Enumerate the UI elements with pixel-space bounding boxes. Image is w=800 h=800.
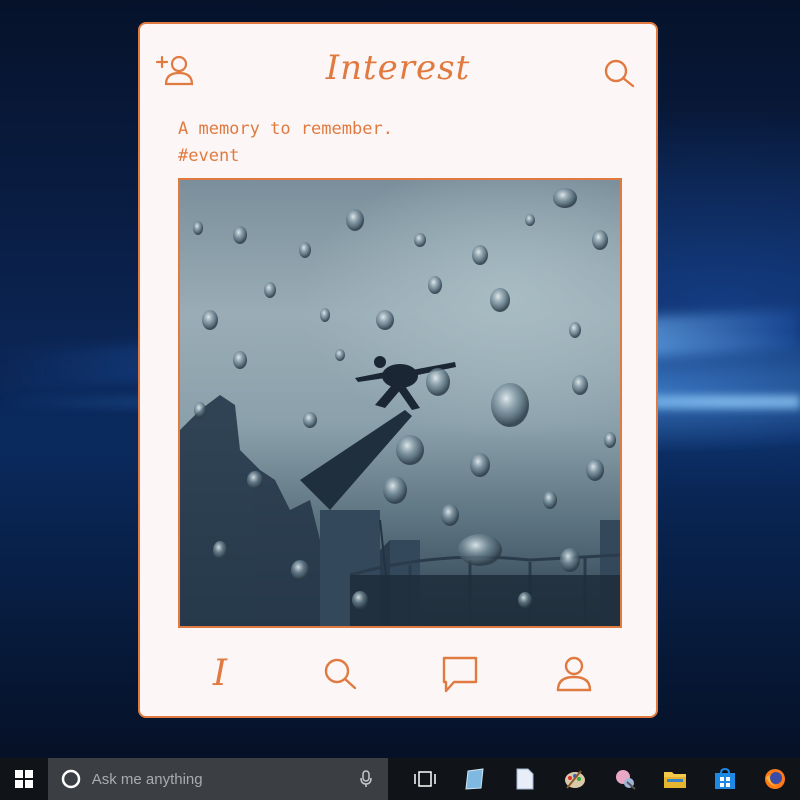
app-header: Interest bbox=[140, 24, 656, 119]
search-icon[interactable] bbox=[600, 56, 640, 92]
microphone-icon[interactable] bbox=[360, 770, 372, 788]
taskbar-search-placeholder: Ask me anything bbox=[91, 770, 203, 788]
taskbar-search-box[interactable]: Ask me anything bbox=[47, 758, 388, 800]
profile-icon[interactable] bbox=[552, 654, 596, 694]
app-icon-1[interactable] bbox=[450, 758, 500, 800]
comment-icon[interactable] bbox=[438, 654, 482, 694]
bottom-nav: I bbox=[140, 642, 656, 706]
cortana-icon[interactable] bbox=[60, 768, 82, 790]
store-icon[interactable] bbox=[700, 758, 750, 800]
windows-start-icon[interactable] bbox=[0, 758, 48, 800]
taskbar-app-icons bbox=[400, 758, 800, 800]
windows-taskbar: Ask me anything bbox=[0, 758, 800, 800]
post-caption: A memory to remember. #event bbox=[178, 116, 393, 170]
post-hashtag[interactable]: #event bbox=[178, 143, 393, 170]
app-brand-title: Interest bbox=[325, 48, 471, 88]
search-icon[interactable] bbox=[318, 654, 362, 694]
paint-icon[interactable] bbox=[550, 758, 600, 800]
post-photo[interactable] bbox=[178, 178, 622, 628]
brand-home-icon[interactable]: I bbox=[198, 654, 242, 694]
post-caption-text: A memory to remember. bbox=[178, 119, 393, 139]
app-icon-2[interactable] bbox=[600, 758, 650, 800]
interest-app-window: Interest A memory to remember. #event I bbox=[138, 22, 658, 718]
file-explorer-icon[interactable] bbox=[650, 758, 700, 800]
firefox-icon[interactable] bbox=[750, 758, 800, 800]
task-view-icon[interactable] bbox=[400, 758, 450, 800]
document-icon[interactable] bbox=[500, 758, 550, 800]
